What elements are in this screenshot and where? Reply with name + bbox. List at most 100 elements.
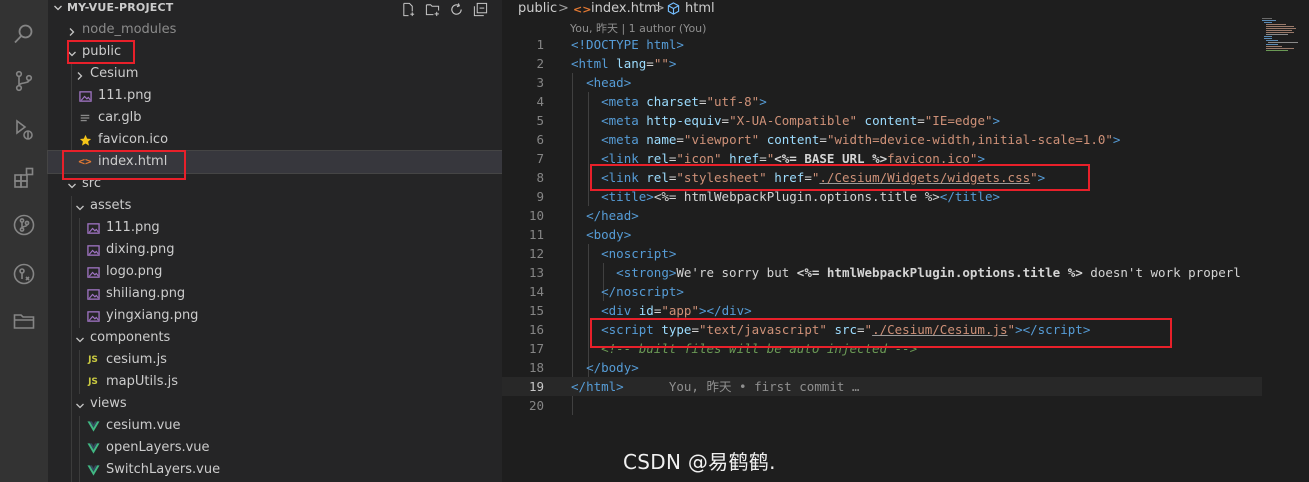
code-line[interactable]: 10 </head> — [502, 206, 1262, 225]
tree-item-label: src — [82, 176, 101, 191]
tree-item-label: node_modules — [82, 22, 177, 37]
tree-folder-src[interactable]: src — [48, 173, 502, 195]
code-line[interactable]: 12 <noscript> — [502, 244, 1262, 263]
tree-file-cesium-js[interactable]: JS cesium.js — [48, 349, 502, 371]
tree-file-shiliang[interactable]: shiliang.png — [48, 283, 502, 305]
tree-file-maputils-js[interactable]: JS mapUtils.js — [48, 371, 502, 393]
inline-blame: You, 昨天 • first commit … — [668, 379, 860, 394]
code-line[interactable]: 15 <div id="app"></div> — [502, 301, 1262, 320]
image-file-icon — [86, 287, 100, 301]
tree-file-favicon[interactable]: favicon.ico — [48, 129, 502, 151]
tree-file-111-png[interactable]: 111.png — [48, 217, 502, 239]
tree-file-cesium-vue[interactable]: cesium.vue — [48, 415, 502, 437]
tree-item-label: 111.png — [98, 88, 152, 103]
file-icon — [78, 111, 92, 125]
run-debug-icon[interactable] — [10, 116, 38, 144]
tree-file-switchlayers-vue[interactable]: SwitchLayers.vue — [48, 459, 502, 481]
explorer-header: MY-VUE-PROJECT — [48, 0, 502, 18]
code-line[interactable]: 16 <script type="text/javascript" src=".… — [502, 320, 1262, 339]
refresh-button[interactable] — [447, 0, 465, 18]
code-line[interactable]: 5 <meta http-equiv="X-UA-Compatible" con… — [502, 111, 1262, 130]
code-line[interactable]: 2 <html lang=""> — [502, 54, 1262, 73]
image-file-icon — [86, 265, 100, 279]
breadcrumb-file[interactable]: index.html — [591, 0, 660, 17]
tree-file-111-png[interactable]: 111.png — [48, 85, 502, 107]
html-tag-icon: <> — [573, 3, 592, 16]
code-line[interactable]: 18 </body> — [502, 358, 1262, 377]
code-line-current[interactable]: 19 </html> You, 昨天 • first commit … — [502, 377, 1262, 396]
source-control-icon[interactable] — [10, 67, 38, 95]
new-file-icon — [402, 2, 414, 16]
tree-item-label: logo.png — [106, 264, 163, 279]
vue-file-icon — [86, 463, 100, 477]
tree-file-dixing[interactable]: dixing.png — [48, 239, 502, 261]
code-line[interactable]: 11 <body> — [502, 225, 1262, 244]
code-line[interactable]: 7 <link rel="icon" href="<%= BASE_URL %>… — [502, 149, 1262, 168]
tree-folder-cesium[interactable]: Cesium — [48, 63, 502, 85]
image-file-icon — [86, 309, 100, 323]
vue-file-icon — [86, 441, 100, 455]
tree-item-label: cesium.js — [106, 352, 167, 367]
code-line[interactable]: 8 <link rel="stylesheet" href="./Cesium/… — [502, 168, 1262, 187]
tree-item-label: dixing.png — [106, 242, 175, 257]
tree-folder-components[interactable]: components — [48, 327, 502, 349]
code-line[interactable]: 14 </noscript> — [502, 282, 1262, 301]
code-line[interactable]: 3 <head> — [502, 73, 1262, 92]
breadcrumb-symbol[interactable]: html — [685, 0, 715, 17]
vue-file-icon — [86, 419, 100, 433]
tree-file-logo[interactable]: logo.png — [48, 261, 502, 283]
chevron-down-icon[interactable] — [66, 178, 78, 190]
tree-item-label: yingxiang.png — [106, 308, 199, 323]
tree-item-label: SwitchLayers.vue — [106, 462, 221, 477]
tree-folder-views[interactable]: views — [48, 393, 502, 415]
breadcrumb-folder[interactable]: public — [518, 0, 557, 17]
code-line[interactable]: 1 <!DOCTYPE html> — [502, 35, 1262, 54]
refresh-icon — [450, 2, 462, 15]
search-icon[interactable] — [10, 20, 38, 48]
minimap[interactable] — [1258, 16, 1298, 56]
image-file-icon — [78, 89, 92, 103]
code-line[interactable]: 20 — [502, 396, 1262, 415]
chevron-right-icon[interactable] — [66, 24, 78, 36]
tree-item-label: components — [90, 330, 171, 345]
chevron-right-icon[interactable] — [74, 68, 86, 80]
extensions-icon[interactable] — [10, 164, 38, 192]
new-folder-button[interactable] — [423, 0, 441, 18]
image-file-icon — [86, 243, 100, 257]
chevron-down-icon[interactable] — [74, 398, 86, 410]
git-graph-icon[interactable] — [10, 211, 38, 239]
tree-file-car-glb[interactable]: car.glb — [48, 107, 502, 129]
tree-item-label: car.glb — [98, 110, 142, 125]
chevron-down-icon[interactable] — [74, 332, 86, 344]
tree-file-index-html[interactable]: <> index.html — [47, 150, 503, 174]
new-file-button[interactable] — [399, 0, 417, 18]
project-title[interactable]: MY-VUE-PROJECT — [67, 1, 173, 14]
tree-folder-assets[interactable]: assets — [48, 195, 502, 217]
chevron-down-icon[interactable] — [66, 46, 78, 58]
chevron-down-icon[interactable] — [52, 2, 64, 14]
explorer-sidebar: MY-VUE-PROJECT node_modulespublic Cesium 1… — [47, 0, 503, 482]
tree-file-yingxiang[interactable]: yingxiang.png — [48, 305, 502, 327]
collapse-all-button[interactable] — [471, 0, 489, 18]
tree-folder-node-modules[interactable]: node_modules — [48, 19, 502, 41]
code-line[interactable]: 17 <!-- built files will be auto injecte… — [502, 339, 1262, 358]
tree-item-label: favicon.ico — [98, 132, 169, 147]
code-area[interactable]: 1 <!DOCTYPE html> 2 <html lang=""> 3 <head… — [502, 35, 1262, 415]
folder-icon[interactable] — [10, 307, 38, 335]
new-folder-icon — [425, 3, 439, 16]
code-line[interactable]: 13 <strong>We're sorry but <%= htmlWebpa… — [502, 263, 1262, 282]
code-line[interactable]: 6 <meta name="viewport" content="width=d… — [502, 130, 1262, 149]
tree-folder-public[interactable]: public — [48, 41, 502, 63]
remote-explorer-icon[interactable] — [10, 260, 38, 288]
star-file-icon — [78, 133, 92, 147]
symbol-icon — [667, 2, 680, 20]
breadcrumb: public > <> index.html > html — [502, 0, 1309, 18]
code-line[interactable]: 4 <meta charset="utf-8"> — [502, 92, 1262, 111]
tree-file-openlayers-vue[interactable]: openLayers.vue — [48, 437, 502, 459]
chevron-down-icon[interactable] — [74, 200, 86, 212]
tree-item-label: openLayers.vue — [106, 440, 210, 455]
tree-item-label: assets — [90, 198, 132, 213]
code-line[interactable]: 9 <title><%= htmlWebpackPlugin.options.t… — [502, 187, 1262, 206]
watermark: CSDN @易鹤鹤. — [623, 450, 776, 474]
codelens-blame[interactable]: You, 昨天 | 1 author (You) — [570, 20, 706, 36]
